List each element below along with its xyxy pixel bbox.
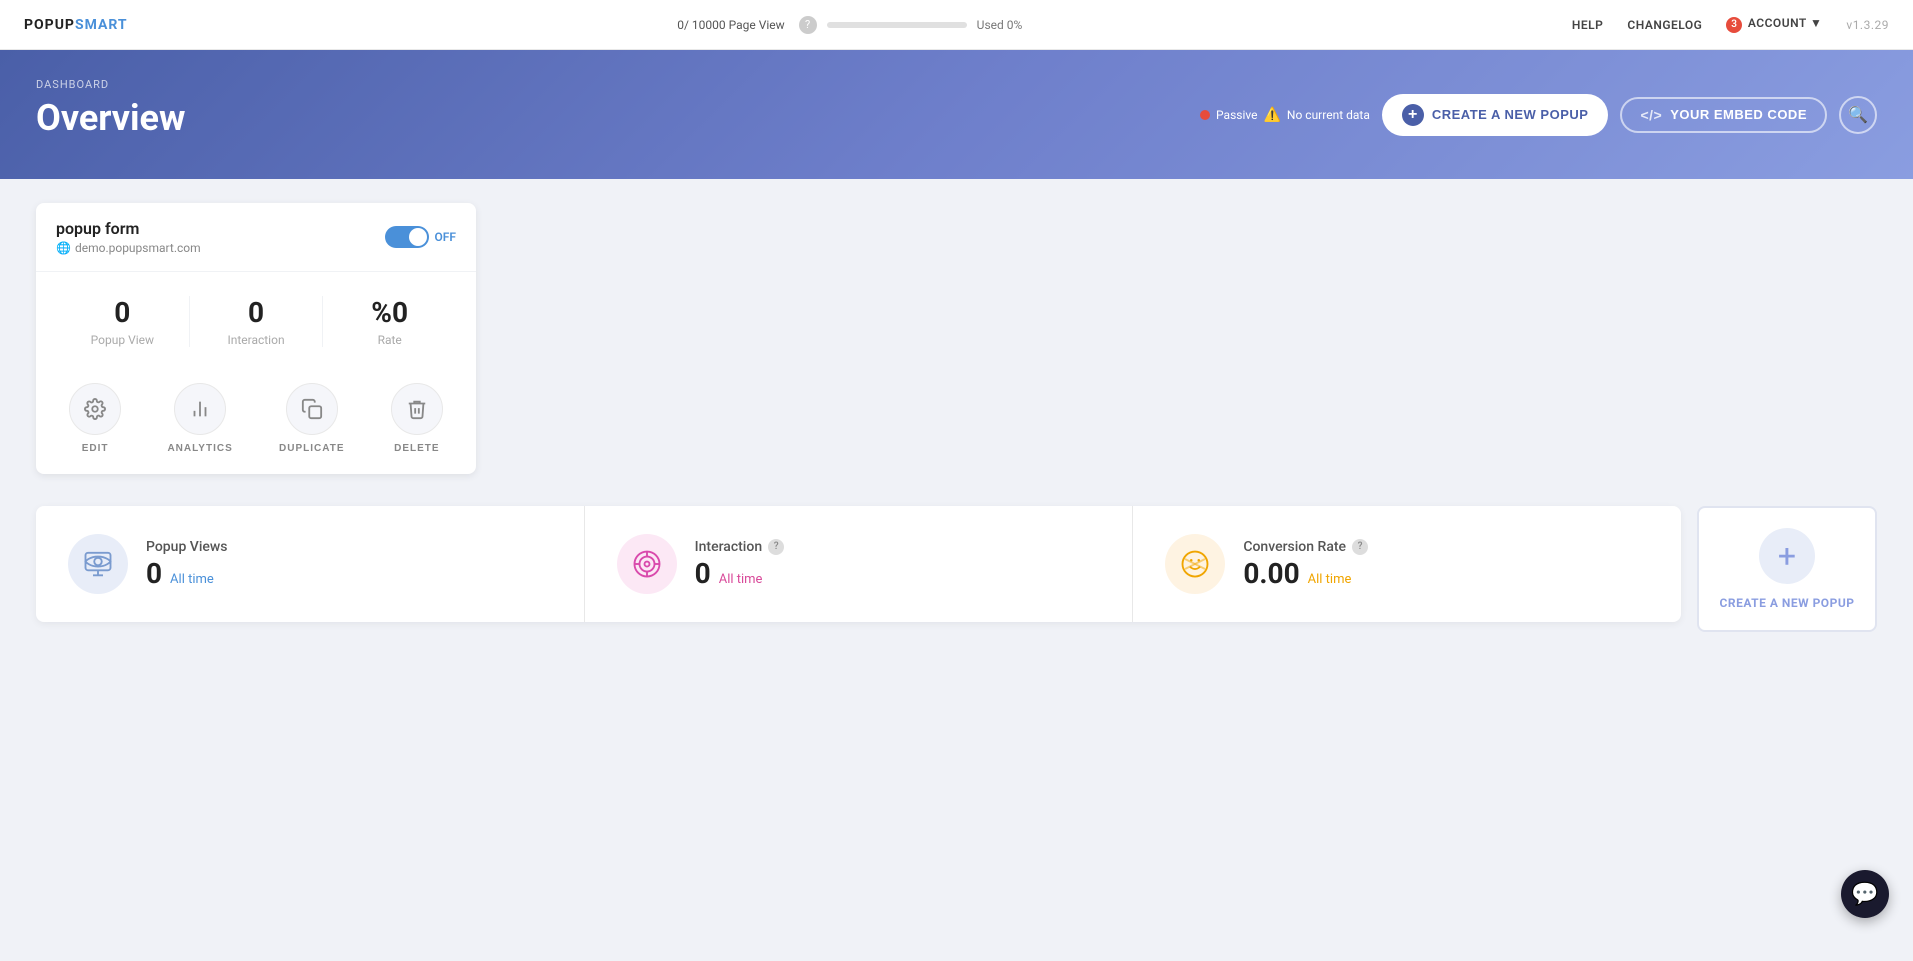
logo: POPUPSMART [24, 17, 128, 33]
stat-interaction-value: 0 [190, 296, 323, 329]
popup-card-header: popup form 🌐 demo.popupsmart.com OFF [36, 203, 476, 272]
breadcrumb: DASHBOARD [36, 78, 1877, 91]
stats-bar-wrapper: Popup Views 0 All time [36, 506, 1681, 632]
popup-card: popup form 🌐 demo.popupsmart.com OFF 0 P… [36, 203, 476, 474]
toggle-switch[interactable]: OFF [385, 226, 456, 248]
interaction-help-icon[interactable]: ? [768, 539, 784, 555]
edit-label: EDIT [82, 443, 109, 454]
status-dot [1200, 110, 1210, 120]
conversion-rate-help-icon[interactable]: ? [1352, 539, 1368, 555]
stats-bar: Popup Views 0 All time [36, 506, 1681, 622]
warning-icon: ⚠️ [1263, 107, 1280, 123]
popup-card-stats: 0 Popup View 0 Interaction %0 Rate [36, 272, 476, 371]
analytics-icon-circle [174, 383, 226, 435]
popup-views-info: Popup Views 0 All time [146, 539, 228, 590]
create-new-card[interactable]: + CREATE A NEW POPUP [1697, 506, 1877, 632]
create-new-popup-button[interactable]: + CREATE A NEW POPUP [1382, 94, 1609, 136]
popup-card-info: popup form 🌐 demo.popupsmart.com [56, 219, 201, 255]
popup-card-title: popup form [56, 219, 201, 238]
globe-icon: 🌐 [56, 241, 71, 255]
chat-bubble[interactable]: 💬 [1841, 870, 1889, 918]
used-label: Used 0% [977, 18, 1023, 32]
header-banner: DASHBOARD Overview Passive ⚠️ No current… [0, 50, 1913, 179]
conversion-rate-stat: Conversion Rate ? 0.00 All time [1132, 506, 1681, 622]
delete-icon-circle [391, 383, 443, 435]
nav-changelog[interactable]: CHANGELOG [1627, 18, 1702, 32]
popup-views-number: 0 [146, 557, 162, 590]
stat-interaction: 0 Interaction [189, 296, 323, 347]
conversion-rate-number: 0.00 [1243, 557, 1299, 590]
duplicate-button[interactable]: DUPLICATE [279, 383, 344, 454]
duplicate-icon-circle [286, 383, 338, 435]
popup-views-stat: Popup Views 0 All time [36, 506, 584, 622]
interaction-value-row: 0 All time [695, 557, 784, 590]
interaction-number: 0 [695, 557, 711, 590]
nav-help[interactable]: HELP [1572, 18, 1603, 32]
popup-views-title: Popup Views [146, 539, 228, 555]
page-view-section: 0/ 10000 Page View ? Used 0% [128, 16, 1572, 34]
header-actions: Passive ⚠️ No current data + CREATE A NE… [1200, 94, 1877, 136]
stat-interaction-label: Interaction [190, 333, 323, 347]
search-icon: 🔍 [1848, 105, 1868, 125]
nav-account[interactable]: 3 ACCOUNT ▼ [1726, 16, 1822, 33]
popup-views-icon-circle [68, 534, 128, 594]
create-popup-label: CREATE A NEW POPUP [1432, 107, 1589, 122]
plus-icon: + [1402, 104, 1424, 126]
edit-button[interactable]: EDIT [69, 383, 121, 454]
embed-code-icon: </> [1640, 107, 1662, 123]
interaction-title: Interaction ? [695, 539, 784, 555]
delete-button[interactable]: DELETE [391, 383, 443, 454]
interaction-icon-circle [617, 534, 677, 594]
stat-popup-view: 0 Popup View [56, 296, 189, 347]
stat-rate-value: %0 [323, 296, 456, 329]
chat-icon: 💬 [1851, 882, 1878, 907]
duplicate-label: DUPLICATE [279, 443, 344, 454]
create-new-plus-icon: + [1759, 528, 1815, 584]
popup-views-time: All time [170, 572, 214, 587]
conversion-rate-time: All time [1308, 572, 1352, 587]
interaction-stat: Interaction ? 0 All time [584, 506, 1133, 622]
conversion-rate-icon-circle [1165, 534, 1225, 594]
embed-code-button[interactable]: </> YOUR EMBED CODE [1620, 97, 1827, 133]
conversion-rate-info: Conversion Rate ? 0.00 All time [1243, 539, 1368, 590]
conversion-rate-value-row: 0.00 All time [1243, 557, 1368, 590]
popup-card-actions: EDIT ANALYTICS DUPLICATE [36, 371, 476, 474]
passive-label: Passive [1216, 108, 1257, 122]
bottom-section: Popup Views 0 All time [36, 506, 1877, 632]
edit-icon-circle [69, 383, 121, 435]
stat-rate: %0 Rate [322, 296, 456, 347]
search-button[interactable]: 🔍 [1839, 96, 1877, 134]
analytics-button[interactable]: ANALYTICS [167, 383, 232, 454]
stat-popup-view-label: Popup View [56, 333, 189, 347]
status-badge: Passive ⚠️ No current data [1200, 107, 1370, 123]
no-data-label: No current data [1287, 108, 1370, 122]
progress-bar [827, 22, 967, 28]
analytics-label: ANALYTICS [167, 443, 232, 454]
version-label: v1.3.29 [1846, 18, 1889, 32]
conversion-rate-title: Conversion Rate ? [1243, 539, 1368, 555]
embed-code-label: YOUR EMBED CODE [1670, 107, 1807, 122]
main-content: popup form 🌐 demo.popupsmart.com OFF 0 P… [0, 179, 1913, 961]
page-view-label: 0/ 10000 Page View [677, 18, 784, 32]
account-badge: 3 [1726, 17, 1742, 33]
toggle-thumb [409, 228, 427, 246]
stat-rate-label: Rate [323, 333, 456, 347]
delete-label: DELETE [394, 443, 439, 454]
top-navigation: POPUPSMART 0/ 10000 Page View ? Used 0% … [0, 0, 1913, 50]
toggle-label: OFF [435, 230, 456, 244]
toggle-track [385, 226, 429, 248]
help-icon[interactable]: ? [799, 16, 817, 34]
popup-views-value-row: 0 All time [146, 557, 228, 590]
topnav-right: HELP CHANGELOG 3 ACCOUNT ▼ v1.3.29 [1572, 16, 1889, 33]
popup-card-url: 🌐 demo.popupsmart.com [56, 241, 201, 255]
interaction-info: Interaction ? 0 All time [695, 539, 784, 590]
stat-popup-view-value: 0 [56, 296, 189, 329]
create-new-label: CREATE A NEW POPUP [1720, 596, 1855, 610]
interaction-time: All time [719, 572, 763, 587]
